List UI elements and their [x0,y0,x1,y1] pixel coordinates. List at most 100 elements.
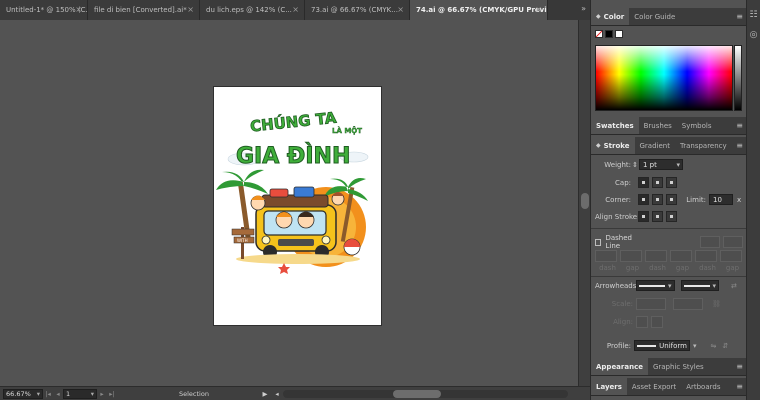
dash-field[interactable] [595,250,617,262]
align-inside-icon[interactable] [652,211,663,222]
tab-color[interactable]: ◆ Color [591,8,630,25]
flip-across-icon[interactable]: ⇵ [722,342,728,350]
limit-value: 10 [713,195,722,204]
align-center-icon[interactable] [638,211,649,222]
link-icon[interactable]: ⛓ [712,300,721,308]
weight-field[interactable]: 1 pt ▾ [639,159,683,170]
horizontal-scroll-thumb[interactable] [393,390,441,398]
zoom-select[interactable]: 66.67% ▾ [3,388,43,399]
first-page-icon[interactable]: |◂ [43,390,53,398]
panel-menu-icon[interactable]: ≡ [736,378,743,395]
close-icon[interactable]: × [535,5,542,14]
white-swatch[interactable] [615,30,623,38]
tab-swatches[interactable]: Swatches [591,117,639,134]
prev-page-icon[interactable]: ◂ [53,390,63,398]
last-page-icon[interactable]: ▸| [107,390,117,398]
chevron-down-icon[interactable]: ▾ [693,342,697,350]
luggage-bag [293,186,315,198]
black-swatch[interactable] [605,30,613,38]
panel-menu-icon[interactable]: ≡ [736,117,743,134]
cap-label: Cap: [615,178,631,187]
play-icon[interactable]: ▶ [259,390,271,398]
close-icon[interactable]: × [397,5,404,14]
artboard[interactable]: WITH CHÚNG TA LÀ MỘT GIA ĐÌNH [213,86,382,326]
tab-layers[interactable]: Layers [591,378,627,395]
dash-field[interactable] [645,250,667,262]
vertical-scrollbar[interactable] [578,20,590,386]
round-cap-icon[interactable] [652,177,663,188]
gap-field[interactable] [670,250,692,262]
tab-transparency[interactable]: Transparency [675,137,732,154]
doc-tab-73[interactable]: 73.ai @ 66.67% (CMYK... × [305,0,410,20]
tab-label: Transparency [679,141,727,150]
dashed-line-row: Dashed Line [595,234,746,250]
tab-overflow-icon[interactable]: » [581,4,586,13]
miter-join-icon[interactable] [638,194,649,205]
page-select[interactable]: 1 ▾ [63,388,97,399]
next-page-icon[interactable]: ▸ [97,390,107,398]
doc-tab-untitled[interactable]: Untitled-1* @ 150% (C... × [0,0,88,20]
profile-select[interactable]: Uniform [634,340,690,351]
forward-icon[interactable]: ◂ [271,390,283,398]
tab-brushes[interactable]: Brushes [639,117,677,134]
stepper-icon[interactable]: ⇕ [631,161,639,169]
limit-field[interactable]: 10 [709,194,733,205]
collapse-icon[interactable]: ◆ [596,142,601,149]
tab-label: Color [603,12,625,21]
tab-label: Stroke [603,141,630,150]
bus-headlight [261,235,271,245]
bus-windshield [263,210,327,236]
close-icon[interactable]: × [292,5,299,14]
butt-cap-icon[interactable] [638,177,649,188]
tab-symbols[interactable]: Symbols [677,117,717,134]
tab-graphic-styles[interactable]: Graphic Styles [648,358,709,375]
tab-artboards[interactable]: Artboards [681,378,725,395]
tab-gradient[interactable]: Gradient [635,137,675,154]
panel-menu-icon[interactable]: ≡ [736,8,743,25]
tab-color-guide[interactable]: Color Guide [629,8,680,25]
tab-label: Symbols [681,121,712,130]
luggage-bag [269,188,289,198]
panel-menu-icon[interactable]: ≡ [736,137,743,154]
doc-tab-label: 74.ai @ 66.67% (CMYK/GPU Preview) [416,6,548,14]
end-arrowhead-select[interactable]: ▾ [680,280,720,291]
start-arrowhead-select[interactable]: ▾ [636,280,675,291]
dashed-line-checkbox[interactable] [595,238,602,246]
projecting-cap-icon[interactable] [666,177,677,188]
swap-arrowheads-icon[interactable]: ⇄ [731,282,737,290]
round-join-icon[interactable] [652,194,663,205]
color-value-slider[interactable] [734,45,742,111]
bevel-join-icon[interactable] [666,194,677,205]
end-scale-field[interactable] [673,298,703,310]
properties-icon[interactable]: ☷ [749,10,759,20]
doc-tab-file-di-bien[interactable]: file di bien [Converted].ai* × [88,0,200,20]
fill-stroke-chips [595,30,623,38]
tab-asset-export[interactable]: Asset Export [627,378,681,395]
dash-align-icon[interactable] [723,236,743,248]
dash-label: dash [699,264,716,272]
none-swatch[interactable] [595,30,603,38]
color-spectrum[interactable] [595,45,733,111]
dash-field[interactable] [695,250,717,262]
libraries-icon[interactable]: ◎ [749,30,759,40]
dash-preserve-icon[interactable] [700,236,721,248]
arrow-tip-beyond-icon[interactable] [636,316,648,328]
flip-along-icon[interactable]: ⇋ [711,342,717,350]
vertical-scroll-thumb[interactable] [581,193,589,209]
gap-field[interactable] [720,250,742,262]
doc-tab-du-lich[interactable]: du lich.eps @ 142% (C... × [200,0,305,20]
status-bar: 66.67% ▾ |◂ ◂ 1 ▾ ▸ ▸| Selection ▶ ◂ [0,386,590,400]
doc-tab-74-active[interactable]: 74.ai @ 66.67% (CMYK/GPU Preview) × [410,0,548,20]
start-scale-field[interactable] [636,298,666,310]
tab-appearance[interactable]: Appearance [591,358,648,375]
close-icon[interactable]: × [187,5,194,14]
horizontal-scrollbar[interactable] [283,390,568,398]
canvas-area[interactable]: WITH CHÚNG TA LÀ MỘT GIA ĐÌNH [0,20,578,386]
collapse-icon[interactable]: ◆ [596,13,601,20]
panel-menu-icon[interactable]: ≡ [736,358,743,375]
close-icon[interactable]: × [75,5,82,14]
tab-stroke[interactable]: ◆ Stroke [591,137,635,154]
arrow-tip-at-end-icon[interactable] [651,316,663,328]
align-outside-icon[interactable] [666,211,677,222]
gap-field[interactable] [620,250,642,262]
